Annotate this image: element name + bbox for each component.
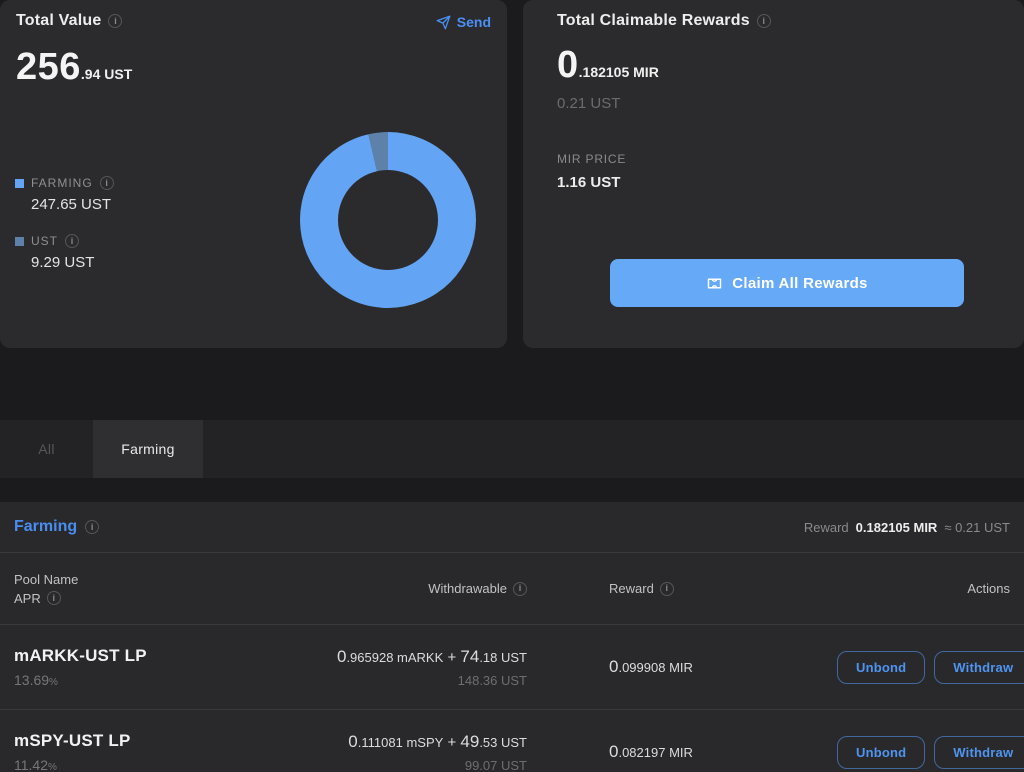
legend-value: 247.65 UST <box>31 196 114 213</box>
reward-summary-value: 0.182105 MIR <box>856 520 938 535</box>
rewards-amount: 0 .182105 MIR <box>523 30 1024 87</box>
legend-label: FARMING <box>31 176 93 190</box>
mir-price-value: 1.16 UST <box>557 174 1008 191</box>
info-icon[interactable]: i <box>100 176 114 190</box>
header-actions: Actions <box>967 581 1010 596</box>
claim-icon <box>706 275 723 292</box>
donut-hole <box>338 170 438 270</box>
reward-value: 0.082197 MIR <box>609 742 837 762</box>
farming-panel: Farming i Reward 0.182105 MIR ≈ 0.21 UST… <box>0 502 1024 772</box>
rewards-int: 0 <box>557 44 579 87</box>
claimable-rewards-card: Total Claimable Rewards i 0 .182105 MIR … <box>523 0 1024 348</box>
column-reward: Reward i <box>527 581 837 596</box>
total-value-card: Total Value i Send 256 .94 UST FARMING i… <box>0 0 507 348</box>
spacer <box>0 348 1024 420</box>
send-icon <box>436 15 451 30</box>
summary-cards-row: Total Value i Send 256 .94 UST FARMING i… <box>0 0 1024 348</box>
reward-summary-approx: ≈ 0.21 UST <box>944 520 1010 535</box>
rewards-fraction: .182105 MIR <box>579 64 659 80</box>
reward-value: 0.099908 MIR <box>609 657 837 677</box>
total-value-int: 256 <box>16 46 81 89</box>
table-row: mARKK-UST LP 13.69% 0.965928 mARKK + 74.… <box>0 625 1024 710</box>
table-header: Pool Name APR i Withdrawable i Reward i A… <box>0 553 1024 625</box>
pool-apr: 11.42% <box>14 757 264 772</box>
info-icon[interactable]: i <box>660 582 674 596</box>
withdrawable-value: 0.965928 mARKK + 74.18 UST <box>264 647 527 667</box>
page: { "total_value_card": { "title": "Total … <box>0 0 1024 772</box>
rewards-ust-value: 0.21 UST <box>523 87 1024 112</box>
pool-apr: 13.69% <box>14 672 264 688</box>
unbond-button[interactable]: Unbond <box>837 651 925 684</box>
withdrawable-value: 0.111081 mSPY + 49.53 UST <box>264 732 527 752</box>
claim-button-label: Claim All Rewards <box>732 275 867 292</box>
legend-label: UST <box>31 234 58 248</box>
column-actions: Actions <box>837 581 1010 596</box>
info-icon[interactable]: i <box>513 582 527 596</box>
pool-name: mARKK-UST LP <box>14 646 264 666</box>
send-label: Send <box>457 14 491 30</box>
info-icon[interactable]: i <box>65 234 79 248</box>
farming-panel-header: Farming i Reward 0.182105 MIR ≈ 0.21 UST <box>0 502 1024 553</box>
rewards-title-wrap: Total Claimable Rewards i <box>557 12 771 30</box>
info-icon[interactable]: i <box>108 14 122 28</box>
legend-swatch-ust <box>15 237 24 246</box>
tab-all[interactable]: All <box>0 420 93 478</box>
farming-section-title: Farming <box>14 518 77 536</box>
total-value-title: Total Value <box>16 12 101 30</box>
tab-farming[interactable]: Farming <box>93 420 203 478</box>
donut-chart <box>300 132 476 308</box>
tab-bar: All Farming <box>0 420 1024 478</box>
total-value-title-wrap: Total Value i <box>16 12 122 30</box>
header-withdrawable: Withdrawable <box>428 581 507 596</box>
header-apr: APR <box>14 591 41 606</box>
chart-legend: FARMING i 247.65 UST UST i 9.29 UST <box>15 176 114 271</box>
withdrawable-total: 99.07 UST <box>264 758 527 772</box>
header-reward: Reward <box>609 581 654 596</box>
column-withdrawable: Withdrawable i <box>264 581 527 596</box>
rewards-title: Total Claimable Rewards <box>557 12 750 30</box>
info-icon[interactable]: i <box>85 520 99 534</box>
withdrawable-total: 148.36 UST <box>264 673 527 688</box>
total-value-fraction: .94 UST <box>81 66 132 82</box>
table-row: mSPY-UST LP 11.42% 0.111081 mSPY + 49.53… <box>0 710 1024 772</box>
spacer <box>0 478 1024 502</box>
info-icon[interactable]: i <box>47 591 61 605</box>
send-button[interactable]: Send <box>436 12 491 32</box>
header-pool-name: Pool Name <box>14 572 78 587</box>
mir-price-label: MIR PRICE <box>557 152 1008 166</box>
reward-summary: Reward 0.182105 MIR ≈ 0.21 UST <box>804 520 1010 535</box>
claim-all-rewards-button[interactable]: Claim All Rewards <box>610 259 964 307</box>
withdraw-button[interactable]: Withdraw <box>934 736 1024 769</box>
column-pool-name: Pool Name APR i <box>14 572 264 606</box>
mir-price-block: MIR PRICE 1.16 UST <box>523 112 1024 191</box>
withdraw-button[interactable]: Withdraw <box>934 651 1024 684</box>
pool-name: mSPY-UST LP <box>14 731 264 751</box>
legend-value: 9.29 UST <box>31 254 114 271</box>
legend-item-ust: UST i 9.29 UST <box>15 234 114 271</box>
info-icon[interactable]: i <box>757 14 771 28</box>
reward-summary-label: Reward <box>804 520 849 535</box>
legend-item-farming: FARMING i 247.65 UST <box>15 176 114 213</box>
total-value-amount: 256 .94 UST <box>0 32 507 89</box>
unbond-button[interactable]: Unbond <box>837 736 925 769</box>
legend-swatch-farming <box>15 179 24 188</box>
